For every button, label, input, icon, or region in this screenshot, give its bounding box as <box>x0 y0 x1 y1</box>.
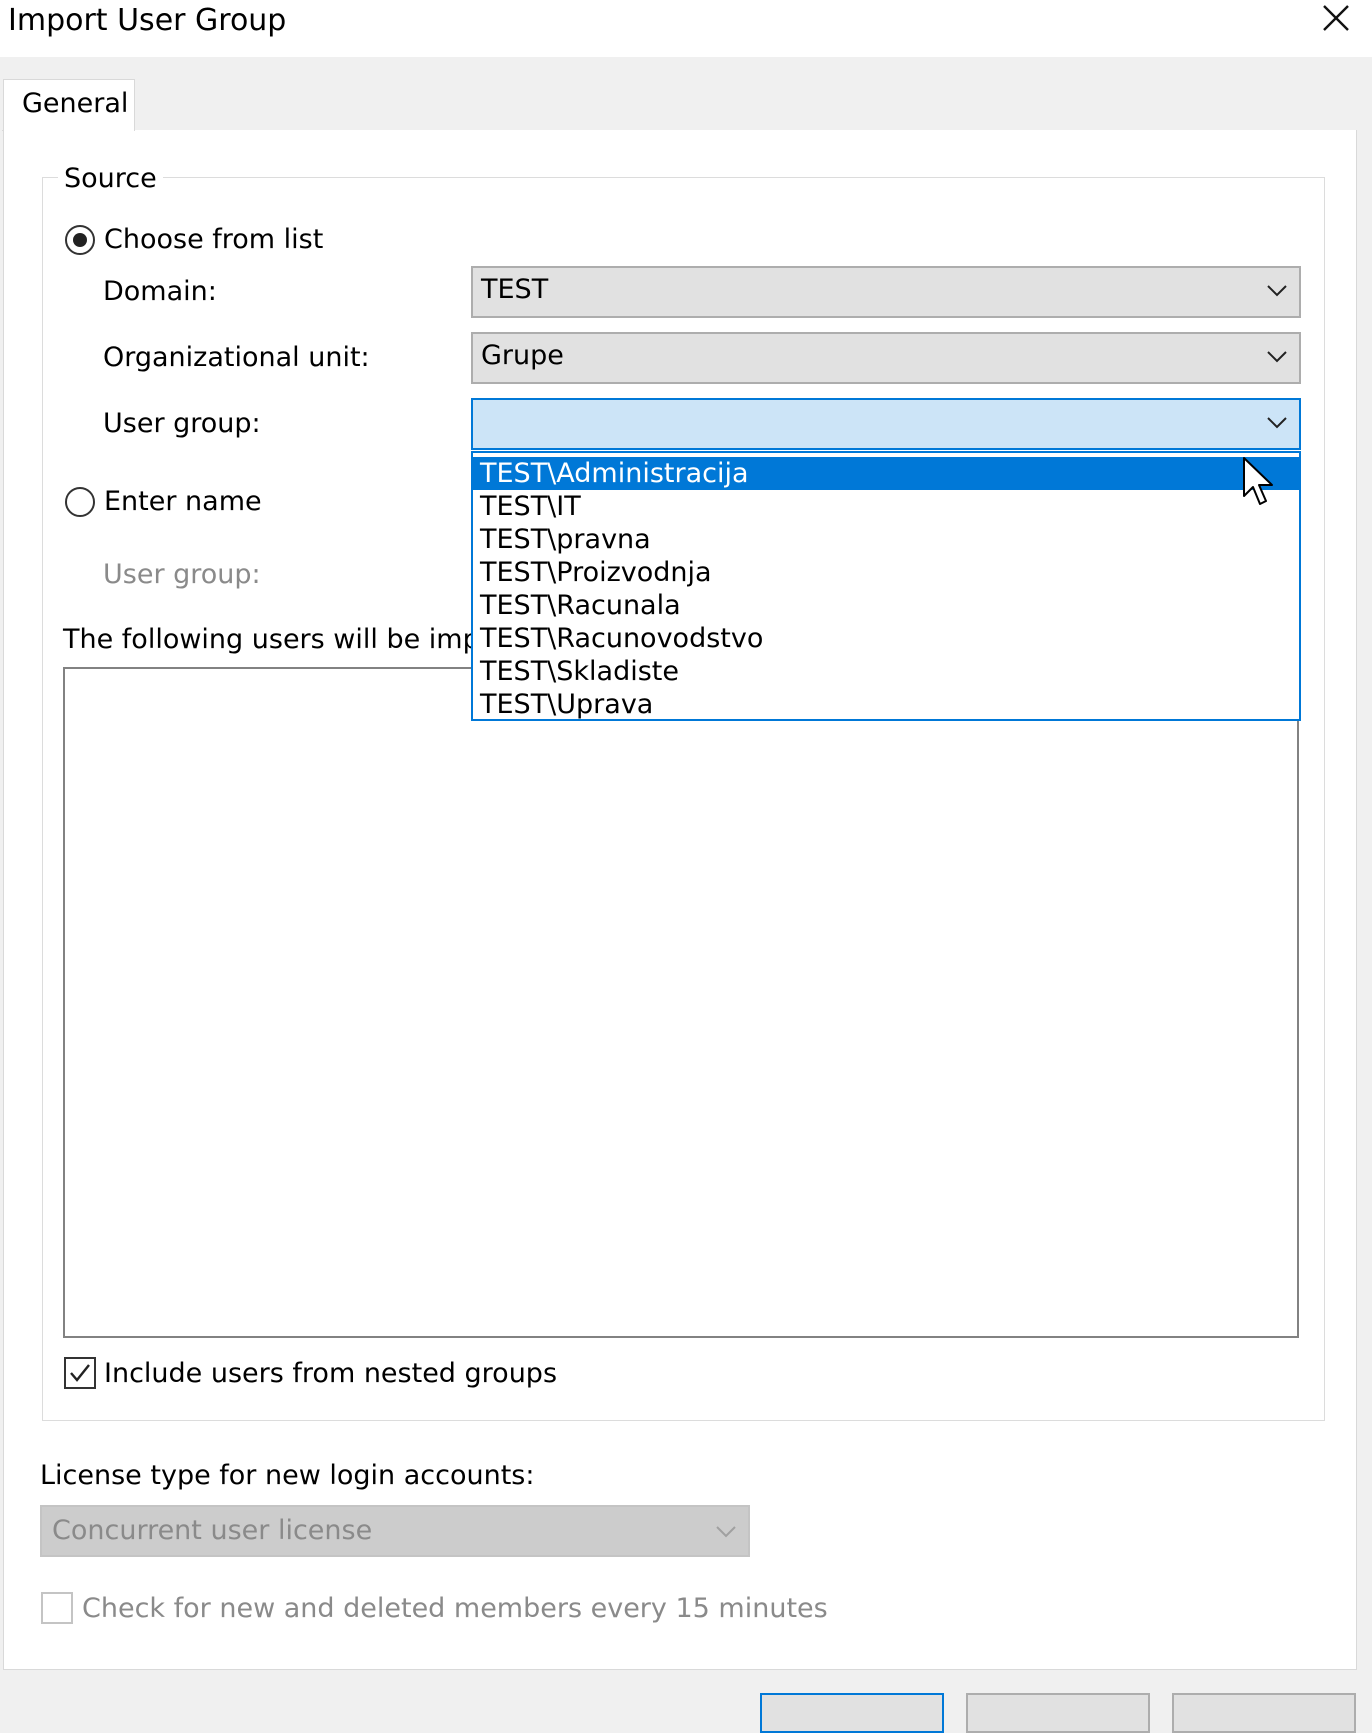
enter-name-label[interactable]: Enter name <box>104 484 262 520</box>
license-type-label: License type for new login accounts: <box>40 1460 535 1491</box>
domain-value: TEST <box>481 274 549 305</box>
help-button[interactable] <box>1172 1693 1356 1733</box>
choose-from-list-label[interactable]: Choose from list <box>104 222 323 258</box>
include-nested-checkbox[interactable] <box>64 1357 96 1389</box>
user-group-option[interactable]: TEST\Administracija <box>473 457 1299 490</box>
organizational-unit-value: Grupe <box>481 340 564 371</box>
users-list-label: The following users will be imp <box>63 624 480 655</box>
license-type-select[interactable]: Concurrent user license <box>40 1505 750 1557</box>
user-group-option[interactable]: TEST\Racunovodstvo <box>473 622 1299 655</box>
check-members-checkbox[interactable] <box>41 1592 73 1624</box>
ok-button[interactable] <box>760 1693 944 1733</box>
user-group-option[interactable]: TEST\IT <box>473 490 1299 523</box>
user-group-option[interactable]: TEST\Skladiste <box>473 655 1299 688</box>
source-legend: Source <box>58 161 163 197</box>
chevron-down-icon <box>1267 285 1287 297</box>
user-group-option[interactable]: TEST\Proizvodnja <box>473 556 1299 589</box>
radio-selected-dot <box>73 233 87 247</box>
enter-user-group-label: User group: <box>103 559 261 590</box>
user-group-option[interactable]: TEST\Racunala <box>473 589 1299 622</box>
close-icon <box>1323 5 1349 31</box>
choose-from-list-radio[interactable] <box>65 225 95 255</box>
close-button[interactable] <box>1311 0 1361 40</box>
mouse-cursor-icon <box>1243 457 1273 505</box>
tab-general[interactable]: General <box>3 79 135 131</box>
window-title: Import User Group <box>8 3 287 38</box>
organizational-unit-label: Organizational unit: <box>103 342 370 373</box>
enter-name-radio[interactable] <box>65 487 95 517</box>
domain-select[interactable]: TEST <box>471 266 1301 318</box>
users-listbox[interactable] <box>63 667 1299 1338</box>
user-group-select[interactable] <box>471 398 1301 450</box>
domain-label: Domain: <box>103 276 217 307</box>
user-group-option[interactable]: TEST\Uprava <box>473 688 1299 721</box>
license-type-value: Concurrent user license <box>52 1515 373 1546</box>
cancel-button[interactable] <box>966 1693 1150 1733</box>
organizational-unit-select[interactable]: Grupe <box>471 332 1301 384</box>
checkmark-icon <box>70 1364 90 1382</box>
chevron-down-icon <box>716 1526 736 1538</box>
include-nested-label[interactable]: Include users from nested groups <box>104 1356 557 1392</box>
user-group-dropdown-list: TEST\Administracija TEST\IT TEST\pravna … <box>471 451 1301 721</box>
chevron-down-icon <box>1267 417 1287 429</box>
user-group-label: User group: <box>103 408 261 439</box>
user-group-option[interactable]: TEST\pravna <box>473 523 1299 556</box>
check-members-label: Check for new and deleted members every … <box>82 1593 828 1624</box>
chevron-down-icon <box>1267 351 1287 363</box>
tab-general-label: General <box>22 88 129 119</box>
